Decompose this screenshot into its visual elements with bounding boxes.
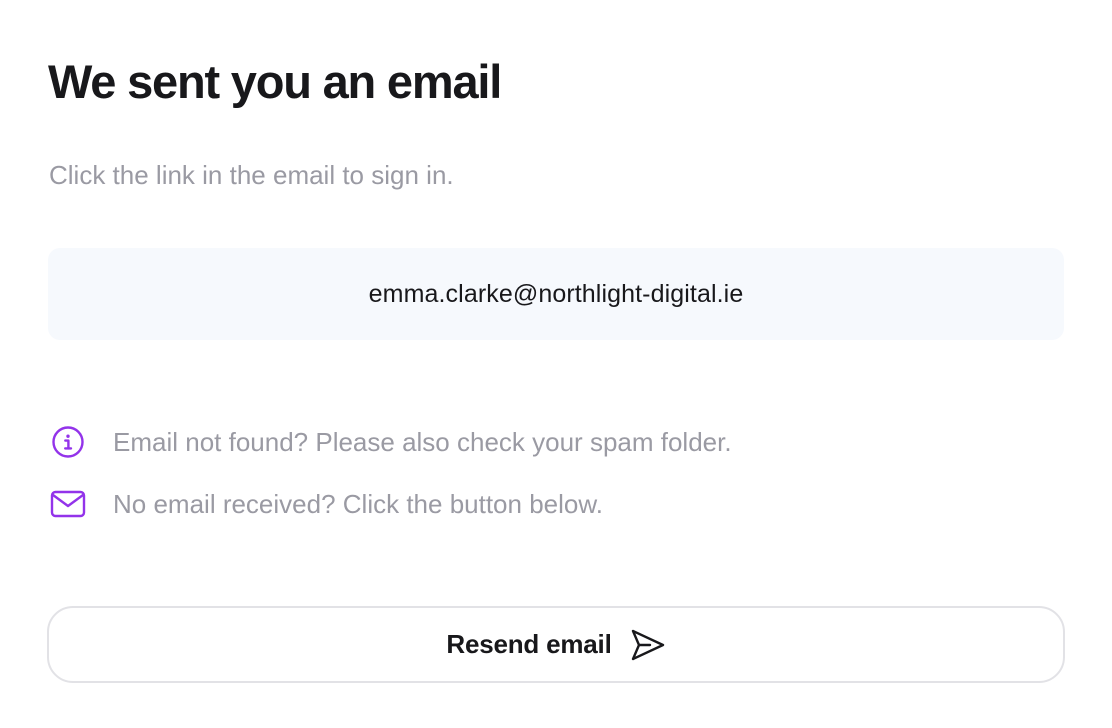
mail-icon <box>50 486 86 522</box>
resend-email-button[interactable]: Resend email <box>47 606 1065 683</box>
resend-email-label: Resend email <box>446 629 612 659</box>
email-address: emma.clarke@northlight-digital.ie <box>368 279 744 308</box>
hint-no-email: No email received? Click the button belo… <box>50 486 603 522</box>
hint-spam-folder: Email not found? Please also check your … <box>50 424 732 460</box>
hint-text: Email not found? Please also check your … <box>113 427 732 457</box>
page-subtitle: Click the link in the email to sign in. <box>49 160 454 190</box>
sign-in-confirmation-page: We sent you an email Click the link in t… <box>47 0 1065 728</box>
page-title: We sent you an email <box>48 55 502 108</box>
send-icon <box>630 627 666 663</box>
email-address-box: emma.clarke@northlight-digital.ie <box>48 248 1064 340</box>
hint-text: No email received? Click the button belo… <box>113 489 603 519</box>
info-icon <box>50 424 86 460</box>
